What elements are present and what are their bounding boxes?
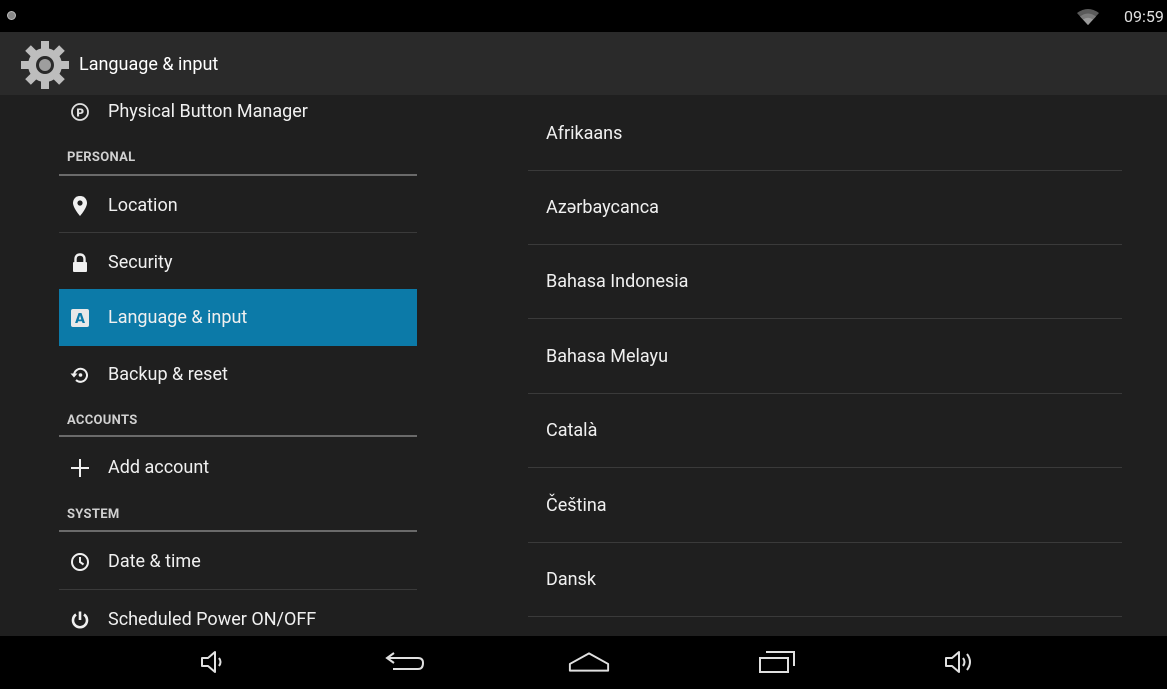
screen: 09:59 Language & input P Physical Button…	[0, 0, 1167, 689]
language-label: Čeština	[546, 495, 607, 516]
section-header-accounts: ACCOUNTS	[67, 413, 138, 428]
language-label: Afrikaans	[546, 123, 623, 144]
language-item-afrikaans[interactable]: Afrikaans	[528, 97, 1122, 171]
p-circle-icon: P	[68, 100, 92, 124]
menu-item-label: Location	[108, 195, 178, 216]
menu-item-date-time[interactable]: Date & time	[59, 533, 417, 590]
settings-gear-icon[interactable]	[17, 37, 73, 93]
item-divider	[59, 232, 417, 233]
power-icon	[68, 608, 92, 632]
menu-item-security[interactable]: Security	[59, 234, 417, 291]
menu-item-label: Language & input	[108, 307, 248, 328]
home-button[interactable]	[567, 644, 611, 680]
recents-button[interactable]	[755, 644, 799, 680]
status-bar: 09:59	[0, 0, 1167, 32]
language-item-bahasa-indonesia[interactable]: Bahasa Indonesia	[528, 245, 1122, 319]
keyboard-a-icon: A	[68, 306, 92, 330]
section-header-personal: PERSONAL	[67, 150, 136, 165]
volume-up-icon	[945, 651, 971, 673]
section-divider	[59, 530, 417, 532]
section-divider	[59, 174, 417, 176]
menu-item-label: Physical Button Manager	[108, 101, 308, 122]
language-label: Bahasa Melayu	[546, 346, 668, 367]
home-icon	[568, 652, 610, 672]
menu-item-location[interactable]: Location	[59, 177, 417, 234]
svg-text:P: P	[76, 106, 84, 119]
back-button[interactable]	[383, 644, 427, 680]
clock-icon	[68, 550, 92, 574]
language-item-dansk[interactable]: Dansk	[528, 543, 1122, 617]
item-divider	[528, 616, 1122, 617]
section-header-system: SYSTEM	[67, 507, 120, 522]
location-pin-icon	[68, 194, 92, 218]
language-list: Afrikaans Azərbaycanca Bahasa Indonesia …	[528, 95, 1122, 636]
item-divider	[59, 589, 417, 590]
language-item-catala[interactable]: Català	[528, 394, 1122, 468]
language-label: Bahasa Indonesia	[546, 271, 689, 292]
wifi-icon	[1077, 9, 1099, 25]
language-item-bahasa-melayu[interactable]: Bahasa Melayu	[528, 320, 1122, 394]
volume-up-button[interactable]	[938, 644, 982, 680]
settings-menu: P Physical Button Manager PERSONAL Locat…	[59, 95, 417, 636]
item-divider	[528, 318, 1122, 319]
menu-item-label: Add account	[108, 457, 210, 478]
menu-item-label: Date & time	[108, 551, 201, 572]
volume-down-icon	[201, 651, 222, 673]
language-label: Dansk	[546, 569, 596, 590]
item-divider	[528, 467, 1122, 468]
svg-text:A: A	[75, 312, 85, 327]
restore-icon	[68, 363, 92, 387]
language-label: Català	[546, 420, 598, 441]
plus-icon	[68, 456, 92, 480]
status-time: 09:59	[1124, 7, 1164, 26]
menu-item-label: Scheduled Power ON/OFF	[108, 609, 317, 630]
volume-down-button[interactable]	[192, 644, 236, 680]
navigation-bar	[0, 636, 1167, 689]
menu-item-physical-button-manager[interactable]: P Physical Button Manager	[59, 95, 417, 140]
back-icon	[385, 652, 425, 670]
menu-item-add-account[interactable]: Add account	[59, 439, 417, 496]
language-item-azerbaycanca[interactable]: Azərbaycanca	[528, 171, 1122, 245]
menu-item-label: Backup & reset	[108, 364, 228, 385]
menu-item-language-input[interactable]: A Language & input	[59, 289, 417, 346]
recents-icon	[759, 651, 795, 673]
language-label: Azərbaycanca	[546, 197, 659, 218]
menu-item-backup-reset[interactable]: Backup & reset	[59, 346, 417, 403]
settings-content: P Physical Button Manager PERSONAL Locat…	[0, 95, 1167, 636]
menu-item-scheduled-power[interactable]: Scheduled Power ON/OFF	[59, 591, 417, 636]
notification-dot-icon	[7, 11, 16, 20]
lock-icon	[68, 251, 92, 275]
menu-item-label: Security	[108, 252, 173, 273]
language-item-cestina[interactable]: Čeština	[528, 469, 1122, 543]
page-title: Language & input	[79, 54, 219, 75]
section-divider	[59, 435, 417, 437]
